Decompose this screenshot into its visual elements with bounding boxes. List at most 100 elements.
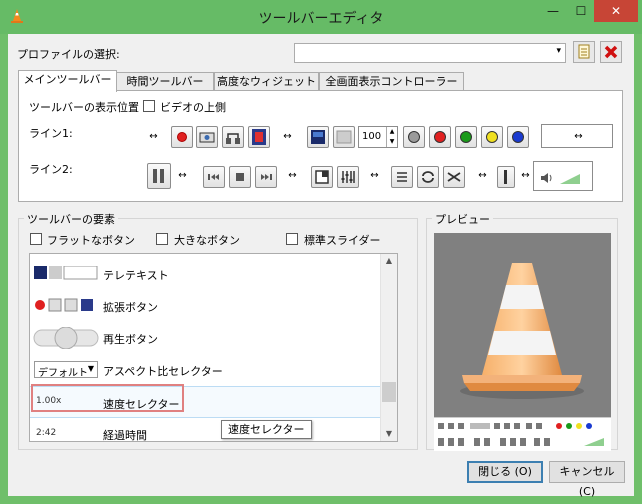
spacer-icon[interactable]: ↔ <box>569 131 587 142</box>
vlc-cone-icon <box>460 263 584 399</box>
line2-label: ライン2: <box>29 163 73 176</box>
blue-button[interactable] <box>507 126 529 148</box>
extended-settings-button[interactable] <box>337 166 359 188</box>
tab-time-toolbar[interactable]: 時間ツールバー <box>116 72 214 91</box>
aspect-ratio-value: デフォルト <box>38 368 88 379</box>
list-item[interactable]: 拡張ボタン <box>30 290 386 322</box>
volume-widget[interactable] <box>533 161 593 191</box>
record-button[interactable] <box>171 126 193 148</box>
previous-button[interactable] <box>203 166 225 188</box>
toolbar-position-label: ツールバーの表示位置 <box>29 101 139 114</box>
tooltip: 速度セレクター <box>221 420 312 439</box>
save-profile-button[interactable] <box>573 41 595 63</box>
tab-fullscreen-controller[interactable]: 全画面表示コントローラー <box>319 72 464 91</box>
play-button-widget-icon <box>33 327 99 349</box>
item-name: 経過時間 <box>103 429 147 442</box>
item-name: 拡張ボタン <box>103 301 158 314</box>
profile-select[interactable]: ▾ <box>294 43 566 63</box>
shuffle-button[interactable] <box>443 166 465 188</box>
scroll-thumb[interactable] <box>382 382 396 402</box>
profile-label: プロファイルの選択: <box>17 48 120 61</box>
aspect-ratio-combo: デフォルト ▼ <box>34 361 98 379</box>
speaker-icon <box>541 173 552 183</box>
yellow-button[interactable] <box>481 126 503 148</box>
extended-buttons-icon <box>35 298 93 312</box>
title-bar[interactable]: ツールバーエディタ — ☐ ✕ <box>0 0 642 34</box>
volume-level-icon <box>560 174 580 184</box>
split-button[interactable] <box>497 166 515 188</box>
fullscreen-button[interactable] <box>311 166 333 188</box>
loop-icon <box>422 171 434 183</box>
toolbar-elements-list[interactable]: テレテキスト 拡張ボタン 再生ボタン デフォルト ▼ アスペクト比セレクター 1.… <box>29 253 398 442</box>
spacer-icon[interactable]: ↔ <box>144 131 162 142</box>
big-buttons-checkbox[interactable] <box>156 233 168 245</box>
list-item[interactable]: 2:42 経過時間 <box>30 418 386 442</box>
teletext-page-value: 100 <box>362 131 382 142</box>
item-name: アスペクト比セレクター <box>103 365 223 378</box>
spacer-icon[interactable]: ↔ <box>473 170 491 181</box>
red-button[interactable] <box>429 126 451 148</box>
scroll-down-icon[interactable]: ▼ <box>381 429 397 438</box>
line1-drop-slot[interactable]: ↔ <box>541 124 613 148</box>
next-icon <box>261 174 272 180</box>
minimize-button[interactable]: — <box>539 0 567 22</box>
cancel-button[interactable]: キャンセル (C) <box>549 461 625 498</box>
list-item[interactable]: デフォルト ▼ アスペクト比セレクター <box>30 354 386 386</box>
scroll-up-icon[interactable]: ▲ <box>381 256 397 265</box>
tab-main-toolbar[interactable]: メインツールバー <box>18 70 117 92</box>
maximize-button[interactable]: ☐ <box>567 0 595 22</box>
fullscreen-icon <box>315 170 329 184</box>
teletext-icon <box>311 130 325 144</box>
gray-dot-icon <box>408 131 420 143</box>
big-buttons-label: 大きなボタン <box>174 234 240 247</box>
transparency-icon <box>336 130 352 144</box>
delete-x-icon <box>604 45 618 59</box>
green-button[interactable] <box>455 126 477 148</box>
teletext-page-spinbox[interactable]: 100 ▲ ▼ <box>358 126 398 148</box>
list-item-selected[interactable]: 1.00x 速度セレクター <box>30 384 386 418</box>
spin-arrows-icon[interactable]: ▲ ▼ <box>386 127 397 147</box>
shuffle-icon <box>447 172 461 182</box>
notepad-icon <box>578 44 590 59</box>
above-video-checkbox[interactable] <box>143 100 155 112</box>
playlist-icon <box>397 172 407 182</box>
close-button[interactable]: 閉じる (O) <box>467 461 543 483</box>
toolbar-editor-window: ツールバーエディタ — ☐ ✕ プロファイルの選択: ▾ メインツールバー 時間… <box>0 0 642 504</box>
above-video-label: ビデオの上側 <box>160 101 226 114</box>
native-slider-label: 標準スライダー <box>304 234 381 247</box>
teletext-transparency-button[interactable] <box>333 126 355 148</box>
teletext-button[interactable] <box>307 126 329 148</box>
snapshot-button[interactable] <box>196 126 218 148</box>
film-frame-icon <box>252 129 266 145</box>
spacer-icon[interactable]: ↔ <box>283 170 301 181</box>
preview-toolbar-strip <box>434 417 611 451</box>
delete-profile-button[interactable] <box>600 41 622 63</box>
native-slider-checkbox[interactable] <box>286 233 298 245</box>
frame-step-button[interactable] <box>248 126 270 148</box>
elapsed-value: 2:42 <box>36 428 57 438</box>
pause-icon <box>153 169 164 183</box>
play-pause-button[interactable] <box>147 163 171 189</box>
loop-button[interactable] <box>417 166 439 188</box>
speed-value: 1.00x <box>36 396 62 406</box>
list-item[interactable]: テレテキスト <box>30 258 386 290</box>
spacer-icon[interactable]: ↔ <box>173 170 191 181</box>
tab-advanced-widget[interactable]: 高度なウィジェット <box>214 72 319 91</box>
equalizer-icon <box>341 171 355 183</box>
list-item[interactable]: 再生ボタン <box>30 322 386 354</box>
item-name: テレテキスト <box>103 269 169 282</box>
close-window-button[interactable]: ✕ <box>594 0 638 22</box>
next-button[interactable] <box>255 166 277 188</box>
stop-button[interactable] <box>229 166 251 188</box>
spacer-icon[interactable]: ↔ <box>365 170 383 181</box>
blue-dot-icon <box>512 131 524 143</box>
spacer-icon[interactable]: ↔ <box>516 170 534 181</box>
flat-buttons-checkbox[interactable] <box>30 233 42 245</box>
item-name: 再生ボタン <box>103 333 158 346</box>
ab-loop-button[interactable] <box>222 126 244 148</box>
preview-toolbar-icons <box>438 423 604 446</box>
playlist-button[interactable] <box>391 166 413 188</box>
gray-button[interactable] <box>403 126 425 148</box>
spacer-icon[interactable]: ↔ <box>278 131 296 142</box>
list-scrollbar[interactable]: ▲ ▼ <box>380 254 397 441</box>
